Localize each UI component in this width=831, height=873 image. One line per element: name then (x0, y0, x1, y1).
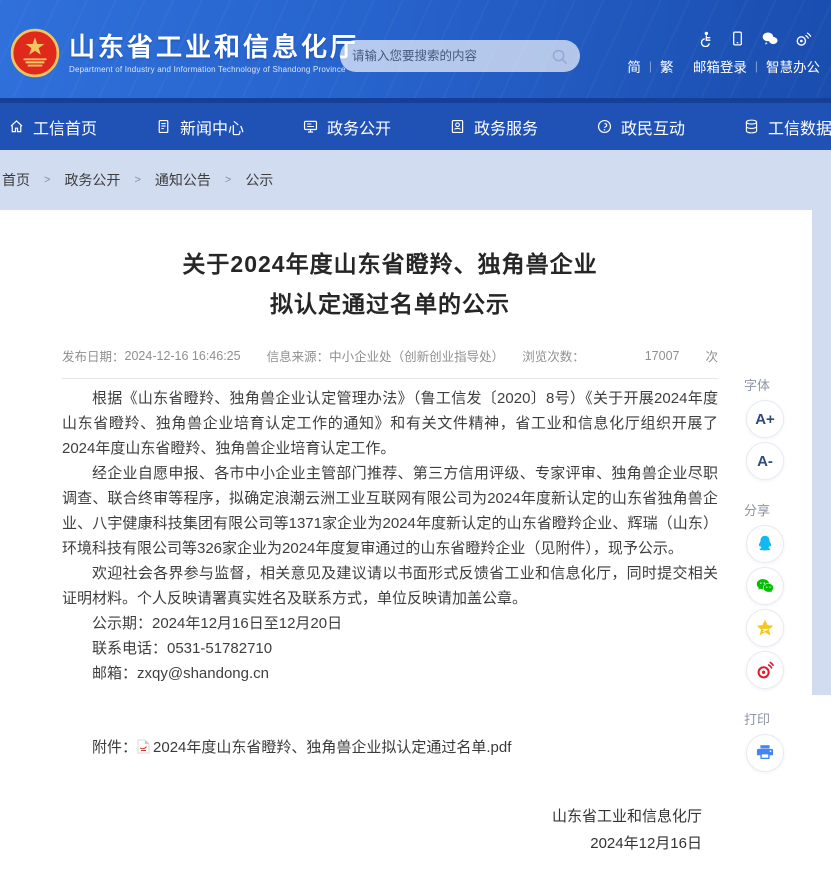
print-label: 打印 (744, 709, 770, 728)
accessibility-icon[interactable] (697, 30, 714, 47)
pdf-icon (137, 739, 150, 754)
signature-date: 2024年12月16日 (62, 830, 702, 857)
source-label: 信息来源： (267, 346, 330, 365)
views-label: 浏览次数： (522, 346, 585, 365)
nav-label: 政务公开 (327, 115, 391, 139)
share-wechat-button[interactable] (746, 567, 784, 605)
signature-org: 山东省工业和信息化厅 (62, 803, 702, 830)
weibo-icon[interactable] (794, 30, 812, 47)
page-title-line1: 关于2024年度山东省瞪羚、独角兽企业 (182, 251, 597, 277)
article-meta: 发布日期： 2024-12-16 16:46:25 信息来源： 中小企业处（创新… (62, 346, 718, 379)
search-box (340, 40, 580, 72)
paragraph-contact-phone: 联系电话：0531-51782710 (62, 636, 718, 661)
paragraph-public-period: 公示期：2024年12月16日至12月20日 (62, 611, 718, 636)
attachment-row: 附件： 2024年度山东省瞪羚、独角兽企业拟认定通过名单.pdf (62, 736, 718, 757)
link-mail-login[interactable]: 邮箱登录 (693, 56, 747, 76)
breadcrumb-separator: > (44, 174, 50, 186)
nav-item-interaction[interactable]: 政民互动 (596, 103, 743, 150)
paragraph-email: 邮箱：zxqy@shandong.cn (62, 661, 718, 686)
views-unit: 次 (705, 346, 718, 365)
data-icon (743, 118, 760, 135)
site-header: 山东省工业和信息化厅 Department of Industry and In… (0, 0, 831, 98)
views-count: 17007 (645, 349, 680, 363)
attachment-filename: 2024年度山东省瞪羚、独角兽企业拟认定通过名单.pdf (153, 739, 511, 756)
weibo-share-icon (754, 659, 776, 681)
share-label: 分享 (744, 500, 770, 519)
breadcrumb: 首页 > 政务公开 > 通知公告 > 公示 (0, 150, 831, 210)
paragraph: 经企业自愿申报、各市中小企业主管部门推荐、第三方信用评级、专家评审、独角兽企业尽… (62, 461, 718, 561)
breadcrumb-item-home[interactable]: 首页 (2, 170, 30, 190)
share-rail: 字体 A+ A- 分享 (741, 375, 789, 776)
breadcrumb-separator: > (134, 174, 140, 186)
site-title: 山东省工业和信息化厅 (69, 32, 359, 62)
nav-label: 新闻中心 (180, 115, 244, 139)
printer-icon (754, 742, 776, 764)
share-weibo-button[interactable] (746, 651, 784, 689)
font-decrease-button[interactable]: A- (746, 442, 784, 480)
qzone-icon (754, 617, 776, 639)
nav-item-gov-service[interactable]: 政务服务 (449, 103, 596, 150)
share-qzone-button[interactable] (746, 609, 784, 647)
nav-label: 政民互动 (621, 115, 685, 139)
signature-block: 山东省工业和信息化厅 2024年12月16日 (62, 803, 718, 857)
font-increase-label: A+ (755, 411, 775, 428)
link-simplified[interactable]: 简 (627, 56, 641, 76)
publish-date-label: 发布日期： (62, 346, 125, 365)
brand-text: 山东省工业和信息化厅 Department of Industry and In… (69, 32, 359, 74)
header-right: 简 | 繁 邮箱登录 | 智慧办公 (627, 30, 820, 76)
link-separator: | (755, 59, 758, 73)
header-quick-icons (627, 30, 812, 47)
nav-label: 政务服务 (474, 115, 538, 139)
main-nav: 工信首页 新闻中心 政务公开 政务服务 (0, 98, 831, 150)
national-emblem-logo (10, 28, 60, 78)
header-links: 简 | 繁 邮箱登录 | 智慧办公 (627, 56, 820, 76)
search-input[interactable] (352, 49, 551, 63)
brand[interactable]: 山东省工业和信息化厅 Department of Industry and In… (10, 28, 359, 78)
page-title-line2: 拟认定通过名单的公示 (270, 291, 510, 317)
nav-item-data[interactable]: 工信数据 (743, 103, 831, 150)
page: 山东省工业和信息化厅 Department of Industry and In… (0, 0, 831, 873)
nav-item-home[interactable]: 工信首页 (8, 103, 155, 150)
source-value: 中小企业处（创新创业指导处） (329, 346, 504, 365)
nav-label: 工信首页 (33, 115, 97, 139)
news-icon (155, 118, 172, 135)
publish-date: 2024-12-16 16:46:25 (125, 349, 241, 363)
interaction-icon (596, 118, 613, 135)
page-title: 关于2024年度山东省瞪羚、独角兽企业 拟认定通过名单的公示 (62, 244, 718, 324)
link-smart-office[interactable]: 智慧办公 (766, 56, 820, 76)
breadcrumb-separator: > (225, 174, 231, 186)
paragraph: 根据《山东省瞪羚、独角兽企业认定管理办法》（鲁工信发〔2020〕8号）《关于开展… (62, 386, 718, 461)
link-separator: | (649, 59, 652, 73)
font-increase-button[interactable]: A+ (746, 400, 784, 438)
breadcrumb-item-notices[interactable]: 通知公告 (155, 170, 211, 190)
gov-open-icon (302, 118, 319, 135)
breadcrumb-item-current: 公示 (245, 170, 273, 190)
site-title-en: Department of Industry and Information T… (69, 65, 359, 74)
link-traditional[interactable]: 繁 (660, 56, 674, 76)
paragraph: 欢迎社会各界参与监督，相关意见及建议请以书面形式反馈省工业和信息化厅，同时提交相… (62, 561, 718, 611)
share-qq-button[interactable] (746, 525, 784, 563)
article-body: 根据《山东省瞪羚、独角兽企业认定管理办法》（鲁工信发〔2020〕8号）《关于开展… (62, 386, 718, 686)
nav-item-gov-open[interactable]: 政务公开 (302, 103, 449, 150)
nav-item-news[interactable]: 新闻中心 (155, 103, 302, 150)
breadcrumb-item-gov-open[interactable]: 政务公开 (64, 170, 120, 190)
nav-label: 工信数据 (768, 115, 831, 139)
gov-service-icon (449, 118, 466, 135)
font-label: 字体 (744, 375, 770, 394)
qq-icon (754, 533, 776, 555)
wechat-icon[interactable] (761, 30, 779, 47)
home-icon (8, 118, 25, 135)
content-area: 关于2024年度山东省瞪羚、独角兽企业 拟认定通过名单的公示 发布日期： 202… (0, 210, 831, 873)
search-icon[interactable] (551, 48, 568, 65)
article: 关于2024年度山东省瞪羚、独角兽企业 拟认定通过名单的公示 发布日期： 202… (0, 210, 812, 857)
attachment-link[interactable]: 2024年度山东省瞪羚、独角兽企业拟认定通过名单.pdf (137, 739, 511, 756)
link-separator (682, 59, 685, 73)
right-gutter (812, 210, 831, 695)
print-button[interactable] (746, 734, 784, 772)
wechat-share-icon (754, 575, 776, 597)
font-decrease-label: A- (757, 453, 773, 470)
attachment-label: 附件： (92, 739, 137, 756)
mobile-icon[interactable] (729, 30, 746, 47)
